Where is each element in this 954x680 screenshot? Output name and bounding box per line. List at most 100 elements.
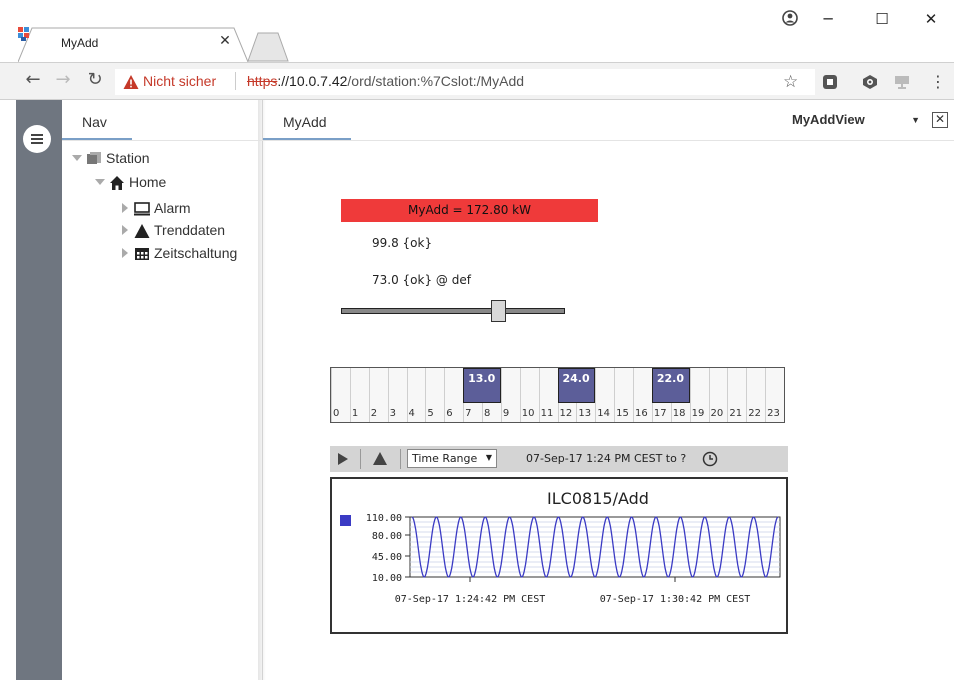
play-icon[interactable] <box>338 453 348 465</box>
tree-label: Zeitschaltung <box>154 245 238 261</box>
panel-shadow <box>258 100 266 680</box>
schedule-gridline <box>614 368 616 422</box>
extension-square-icon[interactable] <box>821 73 839 91</box>
schedule-block-label: 24.0 <box>562 372 590 385</box>
slider-thumb[interactable] <box>491 300 507 322</box>
schedule-gridline <box>727 368 729 422</box>
triangle-icon <box>134 224 150 238</box>
schedule-hour-label: 2 <box>370 408 378 419</box>
clock-icon[interactable] <box>702 451 718 467</box>
collapsed-triangle-icon[interactable] <box>120 248 130 258</box>
url-host: ://10.0.7.42 <box>277 73 348 89</box>
url-text[interactable]: https://10.0.7.42/ord/station:%7Cslot:/M… <box>247 73 524 89</box>
schedule-hour-label: 7 <box>465 408 472 419</box>
schedule-hour-label: 18 <box>672 408 686 419</box>
tab-myadd[interactable]: MyAdd <box>263 104 351 140</box>
back-arrow-icon[interactable]: ← <box>22 69 44 91</box>
panel-divider <box>62 140 954 141</box>
schedule-gridline <box>387 368 389 422</box>
warning-icon <box>123 75 139 89</box>
schedule-hour-label: 13 <box>578 408 592 419</box>
schedule-block[interactable]: 13.0 <box>463 368 501 403</box>
nav-panel: Nav Station Home Alarm Trenddaten Zeitsc… <box>62 100 263 680</box>
toolbar-separator <box>400 449 401 469</box>
value-text-1[interactable]: 99.8 {ok} <box>372 236 432 250</box>
address-bar[interactable]: Nicht sicher https://10.0.7.42/ord/stati… <box>115 69 815 95</box>
schedule-gridline <box>368 368 370 422</box>
account-icon[interactable] <box>781 9 799 27</box>
maximize-icon[interactable]: ☐ <box>868 10 896 32</box>
reload-icon[interactable]: ↻ <box>84 69 106 91</box>
trend-chart[interactable]: ILC0815/Add 110.00 80.00 45.00 10.00 07-Sep-1… <box>330 477 788 634</box>
schedule-hour-label: 8 <box>484 408 491 419</box>
tree-label: Trenddaten <box>154 222 226 238</box>
y-tick-label: 45.00 <box>372 552 402 563</box>
schedule-timeline[interactable]: 0 1 2 3 4 5 6 7 8 9 10 11 12 13 14 15 16 17 18 19 20 21 22 23 13… <box>330 367 785 423</box>
tab-nav[interactable]: Nav <box>62 104 132 140</box>
schedule-hour-label: 23 <box>767 408 780 419</box>
schedule-hour-label: 20 <box>710 408 724 419</box>
schedule-gridline <box>708 368 710 422</box>
schedule-hour-label: 3 <box>389 408 396 419</box>
schedule-gridline <box>406 368 408 422</box>
collapsed-triangle-icon[interactable] <box>120 225 130 235</box>
schedule-hour-label: 11 <box>540 408 554 419</box>
schedule-block[interactable]: 22.0 <box>651 368 690 403</box>
schedule-hour-label: 10 <box>521 408 535 419</box>
new-tab-button[interactable] <box>246 32 290 62</box>
x-tick-label: 07-Sep-17 1:30:42 PM CEST <box>600 594 751 605</box>
expanded-triangle-icon[interactable] <box>72 153 82 163</box>
tab-close-icon[interactable]: ✕ <box>217 33 233 49</box>
minimize-icon[interactable]: ─ <box>814 10 842 32</box>
chart-toolbar: Time Range ▼ 07-Sep-17 1:24 PM CEST to ? <box>330 446 788 472</box>
time-range-text: 07-Sep-17 1:24 PM CEST to ? <box>526 452 687 465</box>
schedule-hour-label: 19 <box>691 408 705 419</box>
dropdown-caret-icon: ▼ <box>485 453 492 462</box>
schedule-gridline <box>595 368 597 422</box>
home-icon <box>110 176 124 190</box>
more-menu-icon[interactable]: ⋮ <box>930 72 946 91</box>
y-tick-label: 110.00 <box>366 513 402 524</box>
extension-cast-icon[interactable] <box>893 73 911 91</box>
tree-label: Alarm <box>154 200 191 216</box>
main-menu-icon[interactable] <box>23 125 51 153</box>
schedule-gridline <box>765 368 767 422</box>
schedule-gridline <box>500 368 502 422</box>
niagara-favicon-icon <box>18 27 29 41</box>
collapsed-triangle-icon[interactable] <box>120 203 130 213</box>
value-readout[interactable]: MyAdd = 172.80 kW <box>341 199 598 222</box>
grid-icon <box>135 248 149 260</box>
schedule-hour-label: 12 <box>559 408 573 419</box>
schedule-hour-label: 4 <box>408 408 415 419</box>
x-tick-label: 07-Sep-17 1:24:42 PM CEST <box>395 594 546 605</box>
schedule-hour-label: 6 <box>446 408 453 419</box>
close-view-icon[interactable]: ✕ <box>932 112 948 128</box>
schedule-gridline <box>331 368 332 422</box>
schedule-hour-label: 0 <box>333 408 340 419</box>
delta-icon[interactable] <box>373 452 387 465</box>
schedule-gridline <box>538 368 540 422</box>
slider-track[interactable] <box>341 308 565 314</box>
value-text-2[interactable]: 73.0 {ok} @ def <box>372 273 471 287</box>
url-path: /ord/station:%7Cslot:/MyAdd <box>347 73 525 89</box>
schedule-hour-label: 22 <box>748 408 761 419</box>
extension-eye-icon[interactable] <box>861 73 879 91</box>
schedule-hour-label: 15 <box>616 408 629 419</box>
security-label[interactable]: Nicht sicher <box>143 73 216 89</box>
bookmark-star-icon[interactable]: ☆ <box>783 72 798 92</box>
time-range-select[interactable]: Time Range ▼ <box>407 449 497 468</box>
expanded-triangle-icon[interactable] <box>95 177 105 187</box>
view-selector-label: MyAddView <box>792 112 865 127</box>
close-window-icon[interactable]: ✕ <box>917 10 945 32</box>
schedule-block-label: 13.0 <box>468 372 496 385</box>
forward-arrow-icon[interactable]: → <box>52 69 74 91</box>
schedule-hour-label: 14 <box>597 408 610 419</box>
browser-tab[interactable]: MyAdd ✕ <box>18 27 249 62</box>
schedule-gridline <box>444 368 446 422</box>
view-selector[interactable]: MyAddView ▼ <box>792 112 922 132</box>
toolbar-separator <box>360 449 361 469</box>
tab-title: MyAdd <box>61 36 99 50</box>
schedule-gridline <box>349 368 351 422</box>
schedule-block[interactable]: 24.0 <box>557 368 596 403</box>
schedule-gridline <box>519 368 521 422</box>
